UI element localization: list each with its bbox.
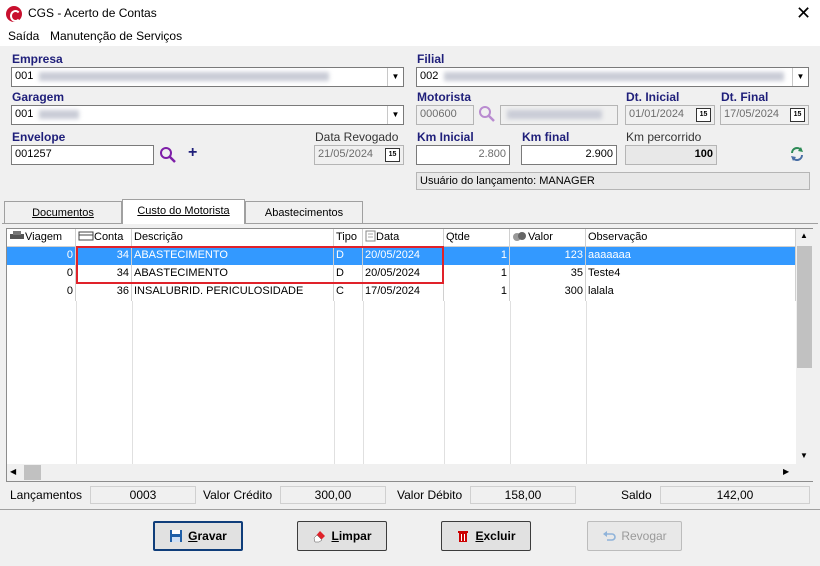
header-valor[interactable]: Valor	[510, 229, 586, 247]
excluir-button[interactable]: Excluir	[441, 521, 531, 551]
scroll-up-icon[interactable]: ▲	[800, 231, 808, 240]
lancamentos-value: 0003	[90, 486, 196, 504]
header-data[interactable]: Data	[363, 229, 444, 247]
km-final-field[interactable]: 2.900	[521, 145, 617, 165]
usuario-lancamento-text: Usuário do lançamento: MANAGER	[416, 172, 810, 190]
column-divider	[363, 301, 364, 464]
chevron-down-icon[interactable]: ▼	[387, 68, 403, 86]
redacted-text	[444, 71, 785, 81]
garagem-value: 001	[15, 108, 34, 120]
column-divider	[510, 301, 511, 464]
data-revogado-label: Data Revogado	[315, 130, 399, 144]
garagem-label: Garagem	[12, 90, 65, 104]
menu-item-saida[interactable]: Saída	[8, 29, 39, 43]
header-conta[interactable]: Conta	[76, 229, 132, 247]
eraser-icon	[314, 531, 326, 543]
limpar-button[interactable]: Limpar	[297, 521, 387, 551]
horizontal-scrollbar[interactable]: ◀ ▶	[7, 464, 796, 481]
envelope-label: Envelope	[12, 130, 66, 144]
redacted-text	[39, 109, 80, 119]
column-divider	[334, 301, 335, 464]
km-percorrido-field: 100	[625, 145, 717, 165]
custo-grid[interactable]: Viagem Conta Descrição Tipo Data Qtde Va…	[6, 228, 813, 482]
credito-value: 300,00	[280, 486, 386, 504]
highlight-box	[76, 246, 444, 284]
motorista-code-field[interactable]: 000600	[416, 105, 474, 125]
revogar-button[interactable]: Revogar	[587, 521, 682, 551]
vertical-scrollbar[interactable]: ▲ ▼	[796, 229, 813, 464]
search-icon[interactable]	[478, 105, 496, 123]
column-divider	[586, 301, 587, 464]
garagem-combo[interactable]: 001	[11, 105, 404, 125]
refresh-icon[interactable]	[789, 146, 805, 162]
header-observacao[interactable]: Observação	[586, 229, 796, 247]
money-icon	[513, 232, 526, 241]
tab-custo-motorista[interactable]: Custo do Motorista	[122, 199, 245, 224]
app-logo-icon	[6, 6, 22, 22]
gravar-button[interactable]: Gravar	[153, 521, 243, 551]
trash-icon	[458, 531, 469, 542]
chevron-down-icon[interactable]: ▼	[792, 68, 808, 86]
filial-value: 002	[420, 70, 439, 82]
empresa-label: Empresa	[12, 52, 63, 66]
saldo-value: 142,00	[660, 486, 810, 504]
search-icon[interactable]	[159, 146, 177, 164]
header-qtde[interactable]: Qtde	[444, 229, 510, 247]
empresa-combo[interactable]: 001	[11, 67, 404, 87]
scroll-down-icon[interactable]: ▼	[800, 451, 808, 460]
chevron-down-icon[interactable]: ▼	[387, 106, 403, 124]
close-icon[interactable]: ✕	[796, 3, 811, 23]
menu-item-manutencao[interactable]: Manutenção de Serviços	[50, 29, 182, 43]
header-viagem[interactable]: Viagem	[7, 229, 76, 247]
tab-documentos[interactable]: Documentos	[4, 201, 122, 223]
redacted-text	[39, 71, 330, 81]
window-title: CGS - Acerto de Contas	[28, 6, 157, 20]
calendar-icon[interactable]: 15	[696, 108, 711, 122]
column-divider	[76, 301, 77, 464]
redacted-text	[507, 109, 602, 119]
credito-label: Valor Crédito	[203, 488, 273, 502]
scroll-right-icon[interactable]: ▶	[783, 467, 789, 476]
envelope-field[interactable]: 001257	[11, 145, 154, 165]
scroll-corner	[796, 464, 813, 481]
document-icon	[365, 230, 376, 242]
km-inicial-label: Km Inicial	[417, 130, 474, 144]
km-percorrido-label: Km percorrido	[626, 130, 702, 144]
km-inicial-field[interactable]: 2.800	[416, 145, 510, 165]
header-descricao[interactable]: Descrição	[132, 229, 334, 247]
calendar-icon[interactable]: 15	[790, 108, 805, 122]
filial-combo[interactable]: 002	[416, 67, 809, 87]
column-divider	[132, 301, 133, 464]
car-icon	[10, 231, 24, 239]
save-icon	[170, 530, 183, 542]
header-tipo[interactable]: Tipo	[334, 229, 363, 247]
km-final-label: Km final	[522, 130, 570, 144]
debito-label: Valor Débito	[397, 488, 463, 502]
calendar-icon[interactable]: 15	[385, 148, 400, 162]
scroll-thumb[interactable]	[797, 246, 812, 368]
tab-abastecimentos[interactable]: Abastecimentos	[245, 201, 363, 223]
dt-final-label: Dt. Final	[721, 90, 769, 104]
empresa-value: 001	[15, 70, 34, 82]
lancamentos-label: Lançamentos	[10, 488, 83, 502]
filial-label: Filial	[417, 52, 445, 66]
scroll-thumb[interactable]	[24, 465, 41, 480]
card-icon	[78, 231, 94, 241]
debito-value: 158,00	[470, 486, 576, 504]
motorista-label: Motorista	[417, 90, 471, 104]
undo-icon	[603, 531, 617, 541]
add-icon[interactable]: +	[188, 144, 197, 162]
motorista-name-field[interactable]	[500, 105, 618, 125]
dt-inicial-label: Dt. Inicial	[626, 90, 680, 104]
saldo-label: Saldo	[621, 488, 652, 502]
footer-divider	[0, 509, 820, 510]
table-row[interactable]: 0 36 INSALUBRID. PERICULOSIDADE C 17/05/…	[7, 283, 796, 301]
column-divider	[444, 301, 445, 464]
scroll-left-icon[interactable]: ◀	[10, 467, 16, 476]
